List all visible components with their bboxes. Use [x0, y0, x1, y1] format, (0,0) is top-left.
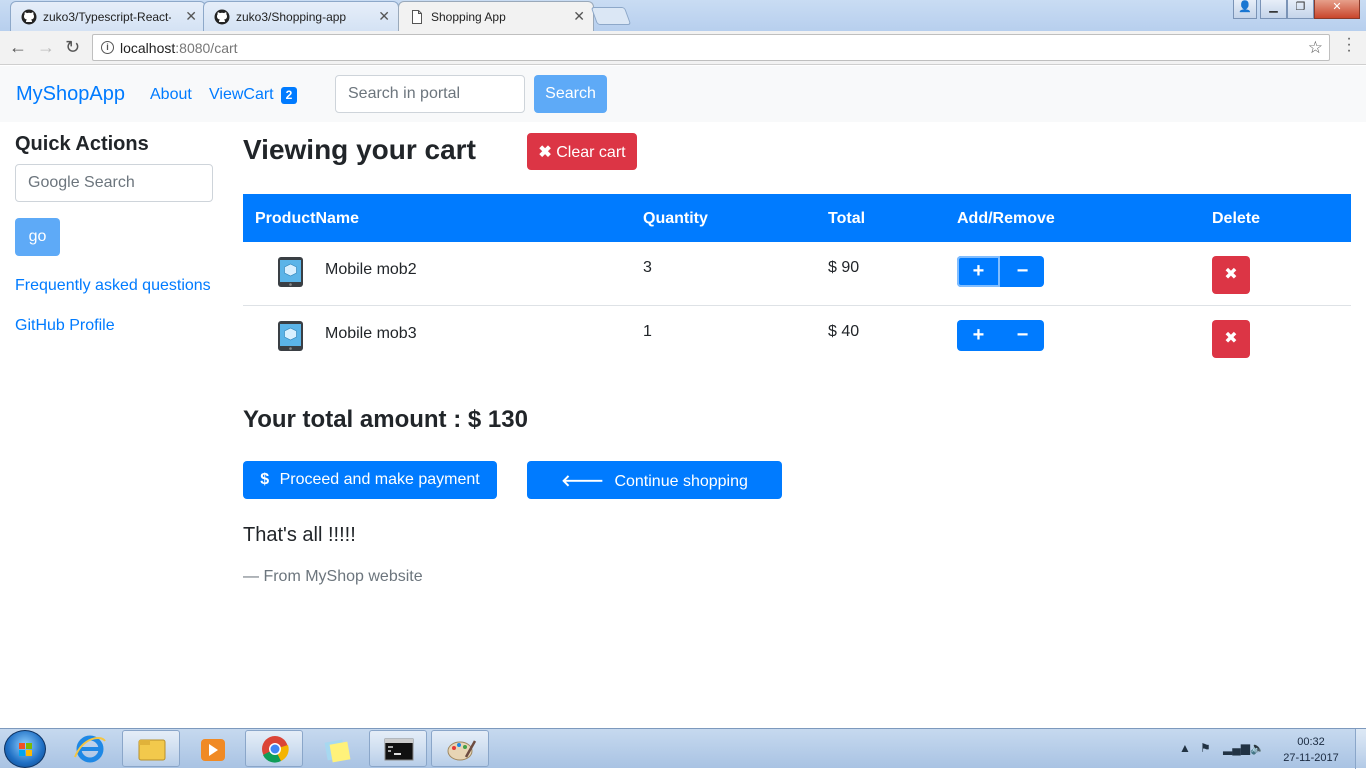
new-tab-button[interactable] [590, 7, 632, 25]
tab-close-icon[interactable]: ✕ [185, 8, 197, 25]
proceed-payment-label: Proceed and make payment [279, 471, 480, 488]
page-icon [412, 10, 422, 24]
product-quantity: 1 [643, 323, 652, 340]
delete-item-button[interactable]: ✖ [1212, 320, 1250, 358]
table-header: ProductName Quantity Total Add/Remove De… [243, 194, 1351, 242]
add-remove-group: + − [957, 320, 1044, 351]
bookmark-star-icon[interactable]: ☆ [1308, 38, 1323, 58]
clear-cart-button[interactable]: ✖ Clear cart [527, 133, 637, 170]
faq-link[interactable]: Frequently asked questions [15, 277, 211, 295]
product-total: $ 90 [828, 259, 860, 276]
browser-toolbar: ← → ↻ i localhost:8080/cart ☆ · · · [0, 31, 1366, 65]
show-hidden-icons-icon[interactable]: ▲ [1179, 741, 1191, 755]
clear-cart-label: Clear cart [556, 143, 626, 161]
app-navbar: MyShopApp About ViewCart 2 Search [0, 66, 1366, 122]
add-remove-group: + − [957, 256, 1044, 287]
reload-icon[interactable]: ↻ [65, 37, 80, 58]
address-bar[interactable]: i localhost:8080/cart ☆ [92, 34, 1330, 61]
cart-table: ProductName Quantity Total Add/Remove De… [243, 194, 1351, 370]
brand-link[interactable]: MyShopApp [16, 83, 125, 106]
blockquote-text: That's all !!!!! [243, 524, 356, 546]
delete-item-button[interactable]: ✖ [1212, 256, 1250, 294]
header-quantity: Quantity [643, 210, 708, 227]
tab-title: Shopping App [431, 10, 506, 24]
user-profile-icon[interactable]: 👤 [1233, 0, 1257, 19]
url-text: localhost:8080/cart [120, 40, 238, 56]
url-host: localhost [120, 40, 176, 56]
windows-taskbar: ▲ ⚑ ▂▄▆ 🔈 00:32 27-11-2017 [0, 728, 1366, 769]
show-desktop-button[interactable] [1355, 729, 1366, 769]
github-icon [214, 9, 230, 25]
browser-menu-icon[interactable]: · · · [1344, 31, 1354, 59]
clock-time: 00:32 [1297, 736, 1325, 748]
close-icon: ✖ [538, 143, 552, 161]
dollar-icon: $ [260, 471, 270, 488]
continue-shopping-label: Continue shopping [614, 472, 748, 490]
product-total: $ 40 [828, 323, 860, 340]
paint-icon[interactable] [431, 730, 489, 767]
nav-viewcart-link[interactable]: ViewCart [209, 86, 274, 104]
action-center-icon[interactable]: ⚑ [1200, 741, 1211, 755]
network-signal-icon[interactable]: ▂▄▆ [1223, 741, 1250, 755]
table-row: Mobile mob2 3 $ 90 + − ✖ [243, 242, 1351, 306]
chrome-icon[interactable] [245, 730, 303, 767]
tab-title: zuko3/Shopping-app [236, 10, 347, 24]
header-total: Total [828, 210, 866, 227]
total-amount: Your total amount : $ 130 [243, 406, 528, 433]
blockquote-footer: — From MyShop website [243, 568, 423, 585]
tab-title: zuko3/Typescript-React- [43, 10, 171, 24]
browser-tabstrip: zuko3/Typescript-React- ✕ zuko3/Shopping… [0, 0, 1366, 32]
minimize-button[interactable]: ▁ [1260, 0, 1287, 19]
close-icon: ✖ [1224, 266, 1238, 283]
google-search-input[interactable] [15, 164, 213, 202]
minus-icon[interactable]: − [1001, 256, 1044, 287]
plus-icon[interactable]: + [957, 256, 1000, 287]
nav-about-link[interactable]: About [150, 86, 192, 104]
tab-close-icon[interactable]: ✕ [573, 8, 585, 25]
portal-search-button[interactable]: Search [534, 75, 607, 113]
minus-icon[interactable]: − [1001, 320, 1044, 351]
header-productname: ProductName [255, 210, 360, 227]
product-quantity: 3 [643, 259, 652, 276]
windows-logo-icon [19, 743, 32, 756]
product-name: Mobile mob2 [325, 261, 417, 278]
system-clock[interactable]: 00:32 27-11-2017 [1281, 734, 1341, 766]
browser-tab-typescript-react[interactable]: zuko3/Typescript-React- ✕ [10, 1, 206, 31]
volume-icon[interactable]: 🔈 [1250, 741, 1265, 755]
go-button[interactable]: go [15, 218, 60, 256]
mobile-product-icon [278, 257, 303, 287]
product-name: Mobile mob3 [325, 325, 417, 342]
proceed-payment-button[interactable]: $ Proceed and make payment [243, 461, 497, 499]
media-player-icon[interactable] [183, 730, 241, 767]
browser-tab-shopping-app-repo[interactable]: zuko3/Shopping-app ✕ [203, 1, 399, 31]
sticky-notes-icon[interactable] [307, 730, 365, 767]
quick-actions-title: Quick Actions [15, 133, 149, 155]
close-window-button[interactable]: ✕ [1314, 0, 1360, 19]
github-icon [21, 9, 37, 25]
maximize-button[interactable]: ❐ [1287, 0, 1314, 19]
portal-search-input[interactable] [335, 75, 525, 113]
clock-date: 27-11-2017 [1283, 752, 1339, 764]
page-title: Viewing your cart [243, 134, 476, 165]
start-button[interactable] [4, 730, 46, 768]
header-add-remove: Add/Remove [957, 210, 1055, 227]
url-path: :8080/cart [175, 40, 238, 56]
command-prompt-icon[interactable] [369, 730, 427, 767]
internet-explorer-icon[interactable] [60, 730, 118, 767]
cart-count-badge: 2 [281, 87, 297, 104]
header-delete: Delete [1212, 210, 1261, 227]
table-row: Mobile mob3 1 $ 40 + − ✖ [243, 306, 1351, 370]
site-info-icon[interactable]: i [101, 41, 114, 54]
continue-shopping-button[interactable]: 🡐 Continue shopping [527, 461, 782, 499]
file-explorer-icon[interactable] [122, 730, 180, 767]
mobile-product-icon [278, 321, 303, 351]
arrow-left-icon: 🡐 [561, 472, 604, 490]
forward-arrow-icon[interactable]: → [37, 37, 55, 58]
tab-close-icon[interactable]: ✕ [378, 8, 390, 25]
close-icon: ✖ [1224, 330, 1238, 347]
back-arrow-icon[interactable]: ← [9, 37, 27, 58]
github-profile-link[interactable]: GitHub Profile [15, 317, 115, 335]
browser-tab-shopping-app[interactable]: Shopping App ✕ [398, 1, 594, 32]
plus-icon[interactable]: + [957, 320, 1000, 351]
